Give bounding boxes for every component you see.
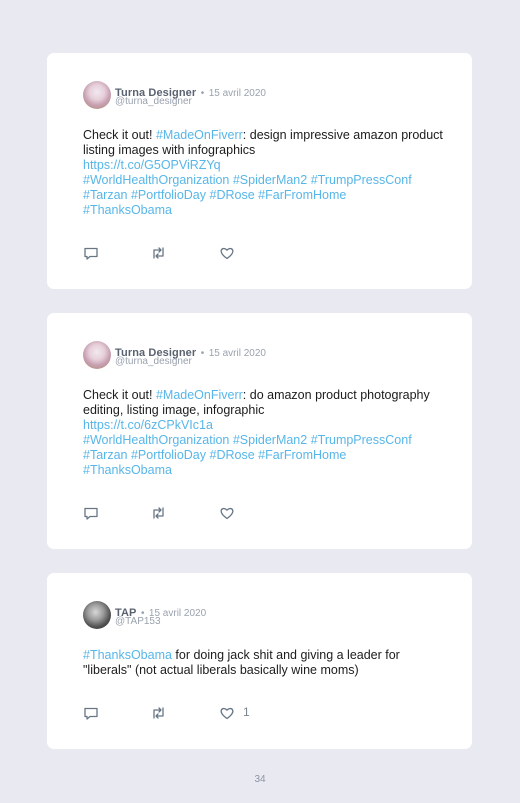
- tweet-date[interactable]: 15 avril 2020: [209, 88, 266, 99]
- heart-icon[interactable]: [219, 245, 235, 261]
- retweet-icon[interactable]: [150, 245, 167, 261]
- avatar[interactable]: [83, 601, 111, 629]
- hashtag-link[interactable]: #SpiderMan2: [233, 173, 307, 187]
- hashtag-line: #Tarzan #PortfolioDay #DRose #FarFromHom…: [83, 448, 346, 462]
- tweet-text: Check it out! #MadeOnFiverr: design impr…: [83, 128, 443, 218]
- hashtag-link[interactable]: #PortfolioDay: [131, 188, 206, 202]
- hashtag-link[interactable]: #SpiderMan2: [233, 433, 307, 447]
- hashtag-line: #WorldHealthOrganization #SpiderMan2 #Tr…: [83, 173, 412, 187]
- hashtag-line: #Tarzan #PortfolioDay #DRose #FarFromHom…: [83, 188, 346, 202]
- tweet-date[interactable]: 15 avril 2020: [209, 348, 266, 359]
- separator: •: [200, 88, 205, 99]
- reply-icon[interactable]: [83, 705, 99, 721]
- hashtag-link[interactable]: #DRose: [210, 448, 255, 462]
- hashtag-link[interactable]: #Tarzan: [83, 188, 127, 202]
- hashtag-link[interactable]: #WorldHealthOrganization: [83, 173, 229, 187]
- hashtag-link[interactable]: #WorldHealthOrganization: [83, 433, 229, 447]
- avatar[interactable]: [83, 341, 111, 369]
- reply-icon[interactable]: [83, 245, 99, 261]
- hashtag-link[interactable]: #TrumpPressConf: [311, 433, 412, 447]
- tweet-text-intro: Check it out!: [83, 128, 156, 142]
- tweet-text-intro: Check it out!: [83, 388, 156, 402]
- separator: •: [200, 348, 205, 359]
- tweet-card: Turna Designer • 15 avril 2020 @turna_de…: [47, 53, 472, 289]
- hashtag-link[interactable]: #FarFromHome: [258, 448, 346, 462]
- author-handle[interactable]: @TAP153: [115, 616, 161, 627]
- page-number: 34: [254, 774, 266, 785]
- retweet-icon[interactable]: [150, 705, 167, 721]
- hashtag-link[interactable]: #ThanksObama: [83, 203, 172, 217]
- tweet-text: Check it out! #MadeOnFiverr: do amazon p…: [83, 388, 443, 478]
- avatar[interactable]: [83, 81, 111, 109]
- hashtag-link[interactable]: #PortfolioDay: [131, 448, 206, 462]
- retweet-icon[interactable]: [150, 505, 167, 521]
- hashtag-line: #WorldHealthOrganization #SpiderMan2 #Tr…: [83, 433, 412, 447]
- hashtag-link[interactable]: #TrumpPressConf: [311, 173, 412, 187]
- hashtag-link[interactable]: #FarFromHome: [258, 188, 346, 202]
- hashtag-link[interactable]: #Tarzan: [83, 448, 127, 462]
- tweet-text: #ThanksObama for doing jack shit and giv…: [83, 648, 443, 678]
- tweet-url-link[interactable]: https://t.co/6zCPkVIc1a: [83, 418, 213, 432]
- tweet-card: Turna Designer • 15 avril 2020 @turna_de…: [47, 313, 472, 549]
- hashtag-link[interactable]: #DRose: [210, 188, 255, 202]
- hashtag-link[interactable]: #ThanksObama: [83, 463, 172, 477]
- tweet-card: TAP • 15 avril 2020 @TAP153 #ThanksObama…: [47, 573, 472, 749]
- author-handle[interactable]: @turna_designer: [115, 356, 192, 367]
- like-count: 1: [243, 705, 250, 719]
- heart-icon[interactable]: [219, 705, 235, 721]
- tweet-url-link[interactable]: https://t.co/G5OPViRZYq: [83, 158, 221, 172]
- heart-icon[interactable]: [219, 505, 235, 521]
- hashtag-link[interactable]: #ThanksObama: [83, 648, 172, 662]
- reply-icon[interactable]: [83, 505, 99, 521]
- hashtag-link[interactable]: #MadeOnFiverr: [156, 388, 243, 402]
- hashtag-link[interactable]: #MadeOnFiverr: [156, 128, 243, 142]
- author-handle[interactable]: @turna_designer: [115, 96, 192, 107]
